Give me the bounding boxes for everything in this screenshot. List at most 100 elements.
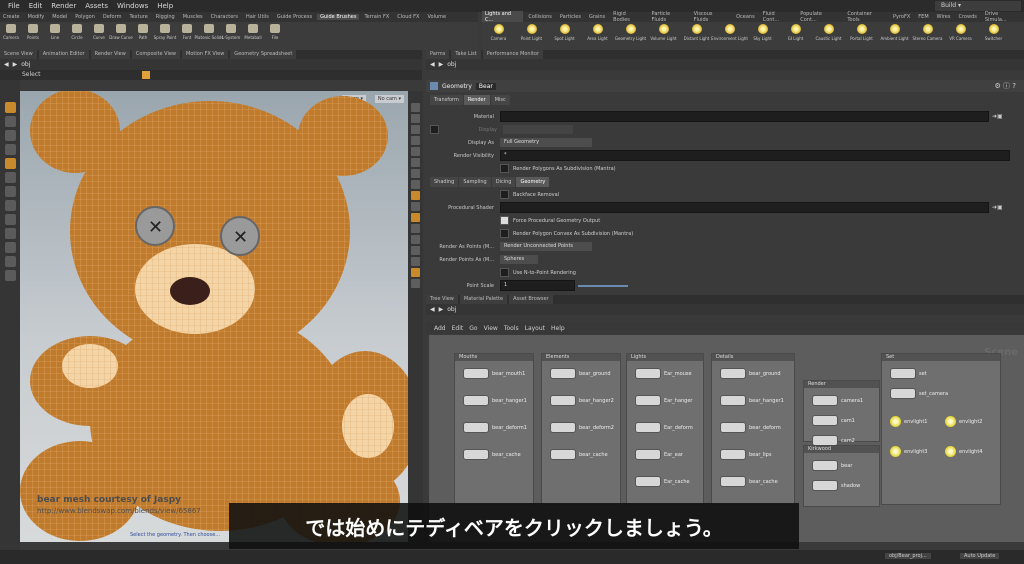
display-icon-10[interactable] [411, 202, 420, 211]
snap-tool-icon[interactable] [4, 228, 16, 239]
network-menu-item[interactable]: Help [551, 325, 565, 332]
tab-dicing[interactable]: Dicing [491, 177, 516, 187]
light-tool[interactable]: VR Camera [944, 22, 977, 41]
network-node[interactable]: bear_deform [720, 422, 781, 433]
light-tool[interactable]: GI Light [779, 22, 812, 41]
menu-render[interactable]: Render [51, 2, 76, 10]
force-proc-checkbox[interactable] [500, 216, 509, 225]
network-menu-item[interactable]: Tools [504, 325, 519, 332]
light-tool[interactable]: Caustic Light [812, 22, 845, 41]
network-node[interactable]: set [890, 368, 927, 379]
left-pane-tab[interactable]: Composite View [131, 50, 180, 59]
shelf-tab[interactable]: Texture [126, 14, 150, 20]
render-poly-subdiv-checkbox[interactable] [500, 164, 509, 173]
shelf-tool[interactable]: Points [22, 22, 44, 40]
menu-help[interactable]: Help [157, 2, 173, 10]
shelf-tab[interactable]: Wires [934, 14, 954, 20]
pose-tool-icon[interactable] [4, 158, 16, 169]
shelf-tab[interactable]: Polygon [72, 14, 98, 20]
light-tool[interactable]: Sky Light [746, 22, 779, 41]
light-tool[interactable]: Ambient Light [878, 22, 911, 41]
material-field[interactable] [500, 111, 989, 122]
back-icon[interactable]: ◀ [4, 61, 9, 68]
shelf-tab[interactable]: Guide Process [274, 14, 315, 20]
display-checkbox[interactable] [430, 125, 439, 134]
shelf-tool[interactable]: Line [44, 22, 66, 40]
left-pane-tab[interactable]: Geometry Spreadsheet [230, 50, 297, 59]
network-menu-item[interactable]: Edit [452, 325, 464, 332]
light-tool[interactable]: Point Light [515, 22, 548, 41]
display-icon-13[interactable] [411, 235, 420, 244]
render-convex-checkbox[interactable] [500, 229, 509, 238]
backface-checkbox[interactable] [500, 190, 509, 199]
network-node[interactable]: bear_cache [720, 476, 778, 487]
display-icon-14[interactable] [411, 246, 420, 255]
param-back-icon[interactable]: ◀ [430, 61, 435, 68]
point-scale-field[interactable]: 1 [500, 280, 575, 291]
menu-windows[interactable]: Windows [117, 2, 148, 10]
network-node[interactable]: cam1 [812, 415, 855, 426]
display-as-dropdown[interactable]: Full Geometry [500, 138, 592, 147]
network-node[interactable]: bear_mouth1 [463, 368, 525, 379]
light-tool[interactable]: Environment Light [711, 22, 748, 41]
shelf-tool[interactable]: Path [132, 22, 154, 40]
shelf-tab[interactable]: Model [49, 14, 70, 20]
light-tool[interactable]: Stereo Camera [911, 22, 944, 41]
network-node[interactable]: Ear_hanger [635, 395, 693, 406]
path-obj[interactable]: obj [21, 61, 30, 68]
network-node[interactable]: shadow [812, 480, 860, 491]
shelf-tab[interactable]: Grains [586, 14, 608, 20]
menu-edit[interactable]: Edit [29, 2, 43, 10]
network-pane-tab[interactable]: Tree View [426, 295, 458, 304]
network-box[interactable]: Mouths bear_mouth1 bear_hanger1 bear_deform… [454, 353, 534, 505]
shelf-tab[interactable]: Characters [208, 14, 241, 20]
display-icon-16[interactable] [411, 268, 420, 277]
network-box[interactable]: Kirkwood bear shadow [803, 445, 880, 507]
network-node[interactable]: bear_deform1 [463, 422, 527, 433]
shelf-tool[interactable]: Metaball [242, 22, 264, 40]
display-icon-6[interactable] [411, 158, 420, 167]
light-tool-icon[interactable] [4, 186, 16, 197]
render-as-points-dropdown[interactable]: Render Unconnected Points [500, 242, 592, 251]
shelf-tool[interactable]: L-System [220, 22, 242, 40]
light-tool[interactable]: Switcher [977, 22, 1010, 41]
display-icon-15[interactable] [411, 257, 420, 266]
network-node[interactable]: envlight3 [890, 446, 927, 457]
auto-update-button[interactable]: Auto Update [960, 553, 1000, 559]
shelf-tool[interactable]: Platonic Solids [195, 22, 223, 40]
shelf-tab[interactable]: Volume [424, 14, 449, 20]
shelf-tool[interactable]: File [264, 22, 286, 40]
network-node[interactable]: Ear_deform [635, 422, 693, 433]
nurbs-checkbox[interactable] [500, 268, 509, 277]
network-box[interactable]: Elements bear_ground bear_hanger2 bear_defo… [541, 353, 621, 505]
render-visibility-field[interactable]: * [500, 150, 1010, 161]
display-icon-12[interactable] [411, 224, 420, 233]
display-icon-17[interactable] [411, 279, 420, 288]
network-path[interactable]: obj [447, 306, 456, 313]
tab-misc[interactable]: Misc [490, 95, 510, 105]
network-pane-tab[interactable]: Material Palette [459, 295, 508, 304]
network-node[interactable]: envlight2 [945, 416, 982, 427]
display-icon-4[interactable] [411, 136, 420, 145]
display-icon-5[interactable] [411, 147, 420, 156]
network-node[interactable]: set_camera [890, 388, 948, 399]
network-node[interactable]: bear_hanger2 [550, 395, 614, 406]
network-node[interactable]: bear_deform2 [550, 422, 614, 433]
network-node[interactable]: bear_ground [720, 368, 781, 379]
display-icon-7[interactable] [411, 169, 420, 178]
shelf-tab[interactable]: Modify [25, 14, 48, 20]
tab-sampling[interactable]: Sampling [459, 177, 491, 187]
display-icon-3[interactable] [411, 125, 420, 134]
point-scale-slider[interactable] [578, 284, 628, 287]
network-node[interactable]: envlight4 [945, 446, 982, 457]
parameter-pane-tab[interactable]: Performance Monitor [482, 50, 544, 59]
shelf-tool[interactable]: Spray Paint [154, 22, 176, 40]
menu-assets[interactable]: Assets [85, 2, 108, 10]
view-tool-icon[interactable] [4, 214, 16, 225]
shelf-tab[interactable]: FEM [915, 14, 931, 20]
network-box[interactable]: Set set set_camera envlight1 envlight2 envlig… [881, 353, 1001, 505]
shelf-tab[interactable]: Oceans [733, 14, 758, 20]
shelf-tool[interactable]: Curve [88, 22, 110, 40]
display-icon-2[interactable] [411, 114, 420, 123]
shelf-tab[interactable]: Hair Utils [243, 14, 272, 20]
